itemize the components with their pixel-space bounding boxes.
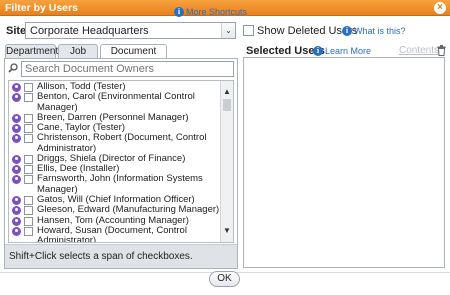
user-icon (12, 216, 21, 226)
ok-button[interactable]: OK (209, 271, 240, 287)
user-icon (12, 83, 21, 92)
user-checkbox[interactable] (24, 134, 33, 144)
selected-users-panel (243, 57, 445, 268)
user-name: Benton, Carol (Environmental Control Man… (37, 91, 195, 113)
scrollbar-thumb[interactable] (223, 99, 231, 111)
what-is-this-link[interactable]: What is this? (354, 26, 406, 36)
user-checkbox[interactable] (24, 93, 33, 103)
user-icon (12, 195, 21, 205)
user-checkbox[interactable] (24, 83, 33, 92)
user-icon (12, 93, 21, 103)
user-checkbox[interactable] (24, 154, 33, 164)
close-icon[interactable]: × (434, 2, 446, 14)
site-label: Site (6, 25, 27, 37)
user-icon (12, 154, 21, 164)
user-icon (12, 134, 21, 144)
user-icon (12, 165, 21, 175)
scroll-up-icon[interactable]: ▲ (221, 86, 233, 98)
user-icon (12, 206, 21, 216)
info-icon[interactable]: i (313, 46, 323, 56)
learn-more-link[interactable]: Learn More (325, 46, 371, 56)
search-input[interactable] (21, 61, 234, 77)
user-checkbox[interactable] (24, 113, 33, 123)
trash-icon[interactable] (437, 45, 446, 56)
shift-click-hint: Shift+Click selects a span of checkboxes… (9, 251, 193, 262)
user-checkbox[interactable] (24, 206, 33, 216)
user-name: Christenson, Robert (Document, Control A… (37, 132, 207, 154)
shortcut-hint-bar: Shift+Click selects a span of checkboxes… (5, 244, 237, 268)
contents-link[interactable]: Contents (399, 45, 439, 56)
user-name: Farnsworth, John (Information Systems Ma… (37, 173, 203, 195)
user-checkbox[interactable] (24, 226, 33, 236)
tab-document-owners[interactable]: Document Owners (100, 44, 167, 70)
user-checkbox[interactable] (24, 195, 33, 205)
site-select[interactable]: Corporate Headquarters ⌄ (25, 22, 236, 39)
list-item[interactable]: Farnsworth, John (Information Systems Ma… (9, 174, 221, 195)
scroll-down-icon[interactable]: ▼ (221, 225, 233, 237)
search-icon (8, 63, 18, 73)
info-icon[interactable]: i (174, 7, 184, 17)
user-list: Allison, Todd (Tester) Benton, Carol (Env… (8, 80, 234, 243)
window-title: Filter by Users (5, 2, 78, 14)
user-checkbox[interactable] (24, 165, 33, 175)
user-checkbox[interactable] (24, 216, 33, 226)
user-name: Howard, Susan (Document, Control Adminis… (37, 224, 187, 243)
more-shortcuts-link[interactable]: More Shortcuts (186, 7, 247, 17)
user-icon (12, 175, 21, 185)
tab-departments[interactable]: Departments (5, 44, 63, 58)
list-item[interactable]: Christenson, Robert (Document, Control A… (9, 133, 221, 154)
scrollbar[interactable]: ▲ ▼ (220, 81, 233, 242)
list-item[interactable]: Benton, Carol (Environmental Control Man… (9, 92, 221, 113)
user-icon (12, 226, 21, 236)
tab-job-titles[interactable]: Job Titles (58, 44, 98, 70)
info-icon[interactable]: i (342, 26, 352, 36)
user-icon (12, 124, 21, 134)
chevron-down-icon[interactable]: ⌄ (221, 23, 235, 38)
user-checkbox[interactable] (24, 175, 33, 185)
list-item[interactable]: Howard, Susan (Document, Control Adminis… (9, 224, 221, 243)
user-icon (12, 113, 21, 123)
show-deleted-checkbox[interactable] (243, 25, 254, 36)
user-checkbox[interactable] (24, 124, 33, 134)
site-select-value: Corporate Headquarters (30, 25, 149, 37)
